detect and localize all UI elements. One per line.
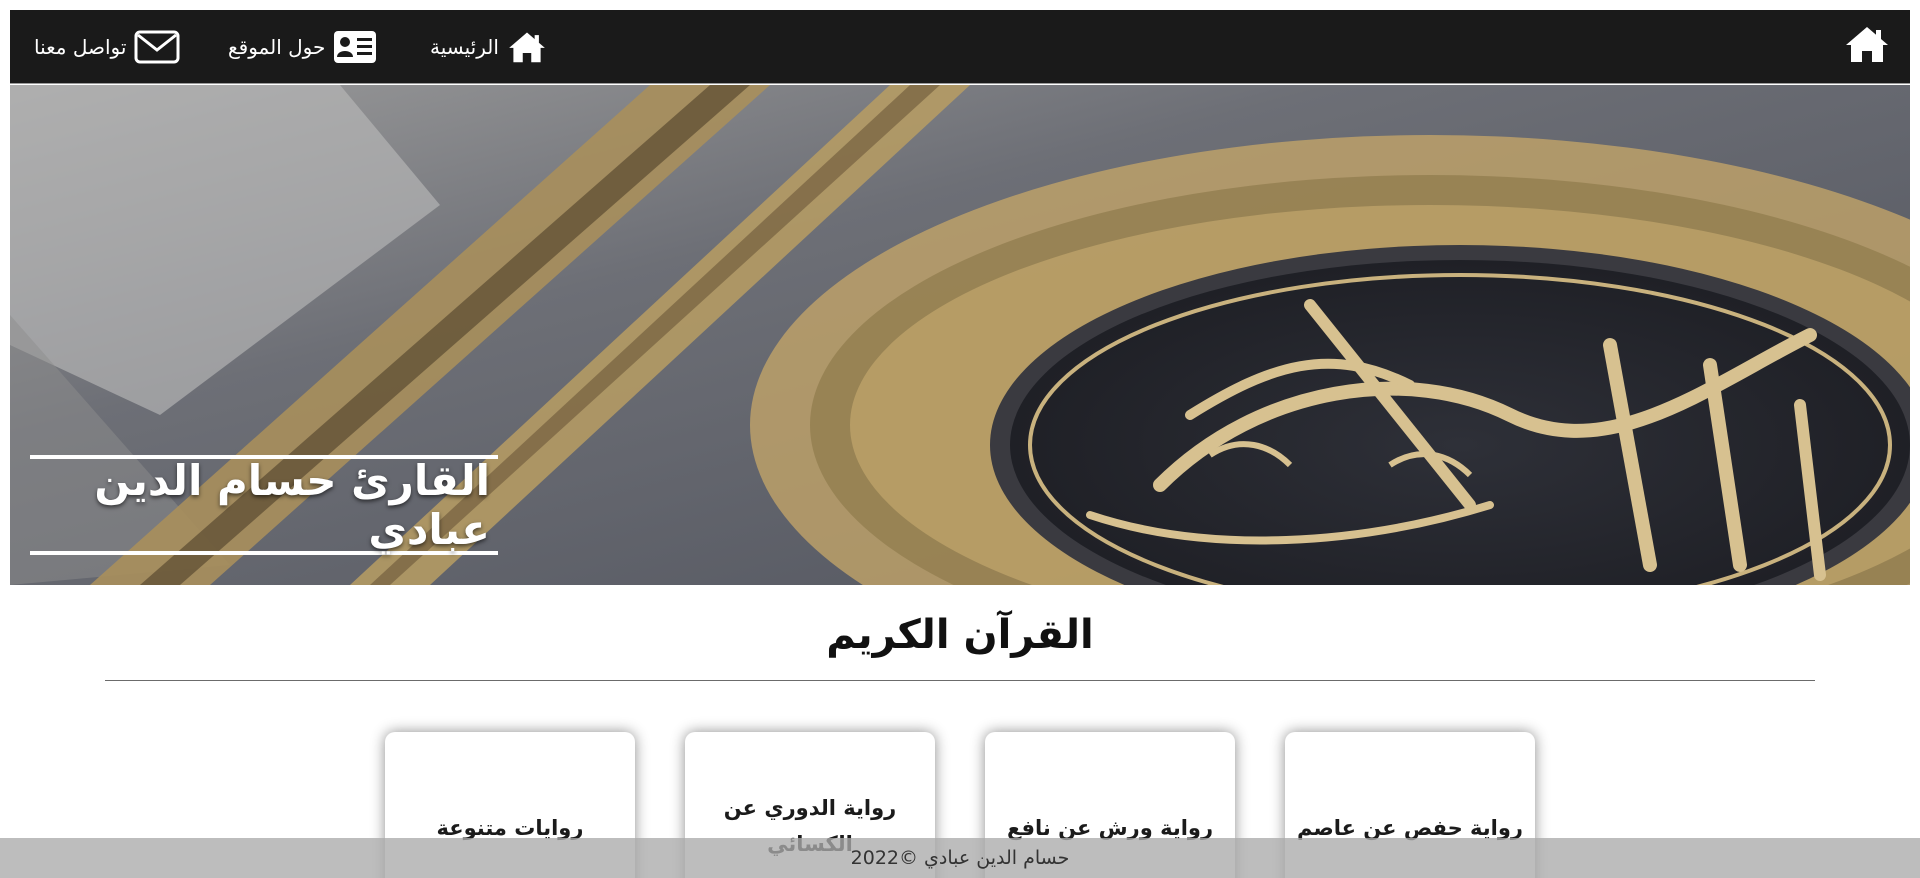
footer: حسام الدين عبادي ©2022 — [0, 838, 1920, 878]
top-navbar: الرئيسية حول الموقع تواصل معنا — [10, 10, 1910, 84]
nav-link-home[interactable]: الرئيسية — [430, 10, 547, 84]
hero-title-box: القارئ حسام الدين عبادي — [30, 455, 498, 555]
footer-copyright: حسام الدين عبادي ©2022 — [850, 847, 1070, 869]
nav-link-contact-label: تواصل معنا — [34, 35, 127, 59]
id-card-icon — [334, 31, 377, 63]
hero-banner: القارئ حسام الدين عبادي — [10, 85, 1910, 585]
home-icon — [509, 32, 545, 63]
section-title: القرآن الكريم — [826, 612, 1094, 658]
nav-link-about-label: حول الموقع — [228, 35, 326, 59]
hero-title: القارئ حسام الدين عبادي — [94, 456, 490, 554]
section-divider — [105, 680, 1815, 681]
nav-link-about[interactable]: حول الموقع — [228, 10, 377, 84]
nav-link-home-label: الرئيسية — [430, 35, 499, 59]
home-icon — [1846, 27, 1888, 62]
nav-link-contact[interactable]: تواصل معنا — [34, 10, 180, 84]
home-icon-button[interactable] — [1844, 24, 1890, 64]
envelope-icon — [134, 30, 180, 64]
